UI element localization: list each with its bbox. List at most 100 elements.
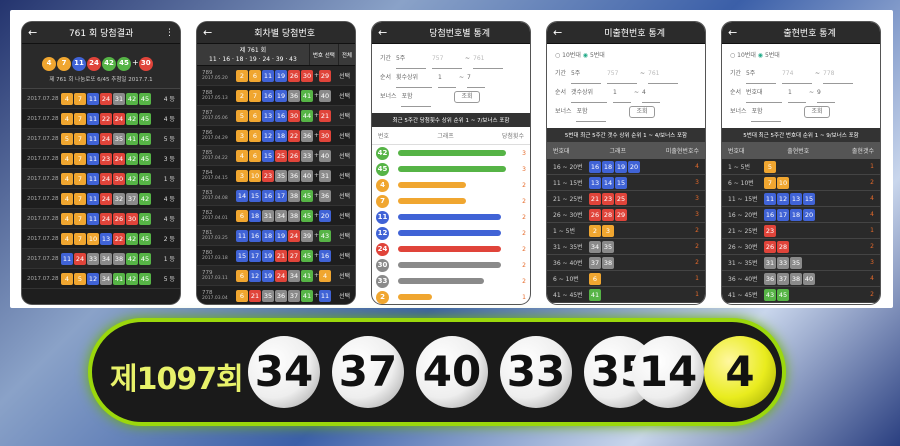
period-select[interactable]: 5주 [570,65,601,84]
number-chip: 36 [275,289,287,302]
table-row[interactable]: 2017.07.28 4 7 11 23 24 42 45 3 등 [22,149,180,169]
table-row[interactable]: 2017.07.28 4 7 10 13 22 42 45 2 등 [22,229,180,249]
table-row[interactable]: 2017.07.28 4 7 11 24 26 30 45 4 등 [22,209,180,229]
rank-from[interactable]: 1 [612,84,631,103]
order-select[interactable]: 횟수상위 [395,69,432,88]
radio-checked-icon[interactable]: ◉ [583,52,588,59]
select-link[interactable]: 선택 [339,251,350,260]
number-chip: 25 [615,192,627,205]
option-10[interactable]: 10번대 [562,52,581,59]
period-select[interactable]: 5주 [395,50,426,69]
period-from[interactable]: 757 [431,50,462,69]
select-link[interactable]: 선택 [339,291,350,300]
back-arrow-icon[interactable]: ← [203,26,212,39]
table-row: 16 ~ 20번 16 18 19 20 4 [547,159,705,175]
number-chip: 13 [100,232,112,245]
table-row[interactable]: 788 2017.05.13 2 7 16 19 36 41 +40 선택 [197,86,355,106]
rank-from[interactable]: 1 [787,84,806,103]
number-chip: 45 [139,152,151,165]
table-row[interactable]: 782 2017.04.01 6 18 31 34 38 45 +20 선택 [197,206,355,226]
number-chip: 21 [249,289,261,302]
back-arrow-icon[interactable]: ← [28,26,37,39]
count-value: 3 [695,179,699,186]
stats-header: 5번대 최근 5주간 번호대 순위 1 ~ 9/보너스 포함 [722,128,880,142]
table-row[interactable]: 783 2017.04.08 14 15 16 17 38 45 +36 선택 [197,186,355,206]
table-row[interactable]: 2017.07.28 4 7 11 24 32 37 42 4 등 [22,189,180,209]
select-link[interactable]: 선택 [339,151,350,160]
rank-to[interactable]: 4 [642,84,660,103]
query-button[interactable]: 조회 [629,106,655,118]
select-number-button[interactable]: 번호 선택 [308,44,338,65]
table-row[interactable]: 780 2017.03.18 15 17 19 21 27 45 +16 선택 [197,246,355,266]
radio-icon[interactable]: ○ [555,52,560,59]
select-link[interactable]: 선택 [339,111,350,120]
rank-to[interactable]: 7 [467,69,485,88]
table-row[interactable]: 784 2017.04.15 3 10 23 35 36 40 +31 선택 [197,166,355,186]
option-5[interactable]: 5번대 [765,52,780,59]
bonus-select[interactable]: 포함 [576,103,607,122]
select-link[interactable]: 선택 [339,271,350,280]
option-10[interactable]: 10번대 [737,52,756,59]
select-link[interactable]: 선택 [339,131,350,140]
rank-from[interactable]: 1 [437,69,456,88]
row-date: 2017.07.28 [27,155,59,162]
select-link[interactable]: 선택 [339,171,350,180]
app-bar: ← 761 회 당첨결과 ⋮ [22,22,180,44]
order-select[interactable]: 번호대 [745,84,782,103]
select-link[interactable]: 선택 [339,191,350,200]
number-chip: 45 [139,172,151,185]
number-chip: 31 [764,256,776,269]
table-row[interactable]: 781 2017.03.25 11 16 18 19 24 39 +43 선택 [197,226,355,246]
number-chip: 33 [777,256,789,269]
bonus-select[interactable]: 포함 [751,103,782,122]
table-row[interactable]: 778 2017.03.04 6 21 35 36 37 41 +11 선택 [197,286,355,304]
bonus-select[interactable]: 포함 [401,88,432,107]
table-row[interactable]: 789 2017.05.20 2 6 11 19 26 30 +29 선택 [197,66,355,86]
number-chip: 23 [262,169,274,182]
count-value: 4 [695,163,699,170]
select-link[interactable]: 선택 [339,71,350,80]
number-chip: 24 [100,192,112,205]
period-to[interactable]: 778 [823,65,853,84]
phone-appearance-stats: ← 출현번호 통계 ○ 10번대 ◉ 5번대 기간 5주 774 ~778 순서 번호… [722,22,880,304]
all-button[interactable]: 전체 [337,44,355,65]
period-to[interactable]: 761 [648,65,678,84]
order-select[interactable]: 갯수상위 [570,84,607,103]
table-row[interactable]: 786 2017.04.29 3 6 12 18 22 36 +30 선택 [197,126,355,146]
select-link[interactable]: 선택 [339,211,350,220]
table-row[interactable]: 2017.07.28 4 7 11 22 24 42 45 4 등 [22,109,180,129]
period-from[interactable]: 757 [606,65,637,84]
period-from[interactable]: 774 [781,65,812,84]
round-cell: 783 2017.04.08 [202,190,236,201]
table-row: 31 ~ 35번 34 35 2 [547,239,705,255]
period-select[interactable]: 5주 [745,65,776,84]
col-count: 미출현번호수 [665,148,699,155]
table-row[interactable]: 787 2017.05.06 5 6 13 16 30 44 +21 선택 [197,106,355,126]
row-date: 2017.07.28 [27,275,59,282]
back-arrow-icon[interactable]: ← [728,26,737,39]
back-arrow-icon[interactable]: ← [553,26,562,39]
table-row[interactable]: 2017.07.28 4 7 11 24 31 42 45 4 등 [22,89,180,109]
query-button[interactable]: 조회 [804,106,830,118]
select-link[interactable]: 선택 [339,91,350,100]
number-chip: 18 [262,229,274,242]
table-row[interactable]: 2017.07.28 5 7 11 24 35 41 45 5 등 [22,129,180,149]
count-value: 3 [695,211,699,218]
table-row[interactable]: 2017.07.28 4 7 11 24 30 42 45 1 등 [22,169,180,189]
more-menu-icon[interactable]: ⋮ [165,28,174,38]
rank-to[interactable]: 9 [817,84,835,103]
table-row[interactable]: 2017.07.28 11 24 33 34 38 42 45 1 등 [22,249,180,269]
select-link[interactable]: 선택 [339,231,350,240]
number-chip: 19 [262,269,274,282]
back-arrow-icon[interactable]: ← [378,26,387,39]
query-button[interactable]: 조회 [454,91,480,103]
option-5[interactable]: 5번대 [590,52,605,59]
radio-icon[interactable]: ○ [730,52,735,59]
radio-checked-icon[interactable]: ◉ [758,52,763,59]
table-row[interactable]: 2017.07.28 4 5 12 34 41 42 45 5 등 [22,269,180,289]
number-chip: 20 [628,160,640,173]
period-to[interactable]: 761 [473,50,503,69]
draw-ball: 4 [42,57,56,71]
table-row[interactable]: 779 2017.03.11 6 12 19 24 34 41 +4 선택 [197,266,355,286]
table-row[interactable]: 785 2017.04.22 4 6 15 25 26 33 +40 선택 [197,146,355,166]
